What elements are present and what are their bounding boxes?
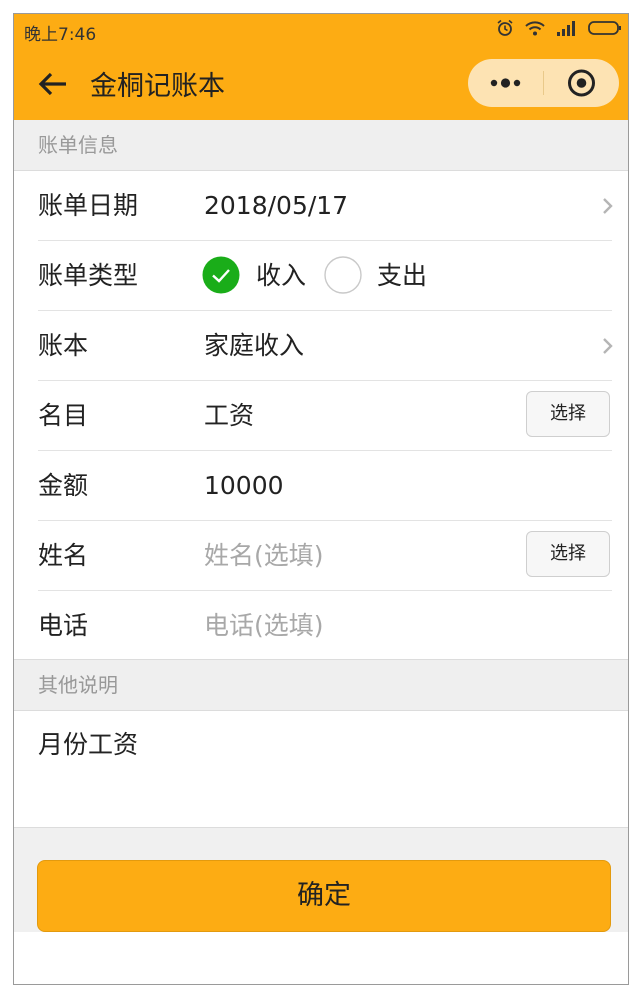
confirm-button[interactable]: 确定 [37, 860, 611, 932]
nav-bar: 金桐记账本 [14, 46, 628, 120]
status-bar: 晚上7:46 [14, 14, 628, 46]
date-value[interactable]: 2018/05/17 [204, 171, 348, 241]
amount-label: 金额 [38, 471, 89, 500]
amount-input[interactable]: 10000 [204, 451, 284, 521]
section-header-other-notes: 其他说明 [14, 660, 628, 710]
bill-form: 账单日期 2018/05/17 账单类型 收入 支出 账本 家庭收入 名目 工资… [14, 170, 628, 661]
more-button[interactable] [468, 59, 543, 107]
phone-label: 电话 [38, 611, 89, 640]
income-radio[interactable] [202, 256, 240, 294]
type-label: 账单类型 [38, 261, 139, 290]
book-label: 账本 [38, 331, 89, 360]
date-label: 账单日期 [38, 191, 139, 220]
status-icons [496, 19, 622, 37]
chevron-right-icon [603, 198, 613, 214]
expense-radio[interactable] [324, 256, 362, 294]
name-label: 姓名 [38, 541, 89, 570]
amount-row: 金额 10000 [14, 451, 628, 521]
target-close-icon [568, 69, 595, 97]
close-button[interactable] [544, 59, 619, 107]
book-row[interactable]: 账本 家庭收入 [14, 311, 628, 381]
battery-icon [588, 21, 621, 35]
notes-textarea[interactable]: 月份工资 [14, 710, 628, 828]
phone-row: 电话 [14, 591, 628, 661]
signal-icon [557, 21, 575, 36]
income-option-label[interactable]: 收入 [256, 241, 306, 311]
type-row: 账单类型 收入 支出 [14, 241, 628, 311]
expense-option-label[interactable]: 支出 [377, 241, 427, 311]
back-arrow-icon[interactable] [36, 68, 70, 100]
name-input[interactable] [204, 521, 504, 591]
date-row[interactable]: 账单日期 2018/05/17 [14, 171, 628, 241]
name-row: 姓名 选择 [14, 521, 628, 591]
page-title: 金桐记账本 [90, 71, 225, 102]
status-time: 晚上7:46 [24, 25, 97, 45]
more-dots-icon [490, 78, 521, 88]
name-select-button[interactable]: 选择 [526, 531, 610, 577]
app-frame: 晚上7:46 金桐记账本 账单信息 账单日期 2018/05/17 账单类型 收… [13, 13, 629, 985]
notes-text: 月份工资 [38, 730, 139, 759]
item-label: 名目 [38, 401, 89, 430]
item-value[interactable]: 工资 [204, 381, 254, 451]
item-select-button[interactable]: 选择 [526, 391, 610, 437]
phone-input[interactable] [204, 591, 504, 661]
book-value[interactable]: 家庭收入 [204, 311, 304, 381]
mini-program-capsule [468, 59, 619, 107]
section-header-bill-info: 账单信息 [14, 120, 628, 170]
bottom-area [14, 932, 628, 984]
item-row: 名目 工资 选择 [14, 381, 628, 451]
wifi-icon [525, 21, 545, 36]
chevron-right-icon [603, 338, 613, 354]
alarm-icon [497, 19, 513, 36]
